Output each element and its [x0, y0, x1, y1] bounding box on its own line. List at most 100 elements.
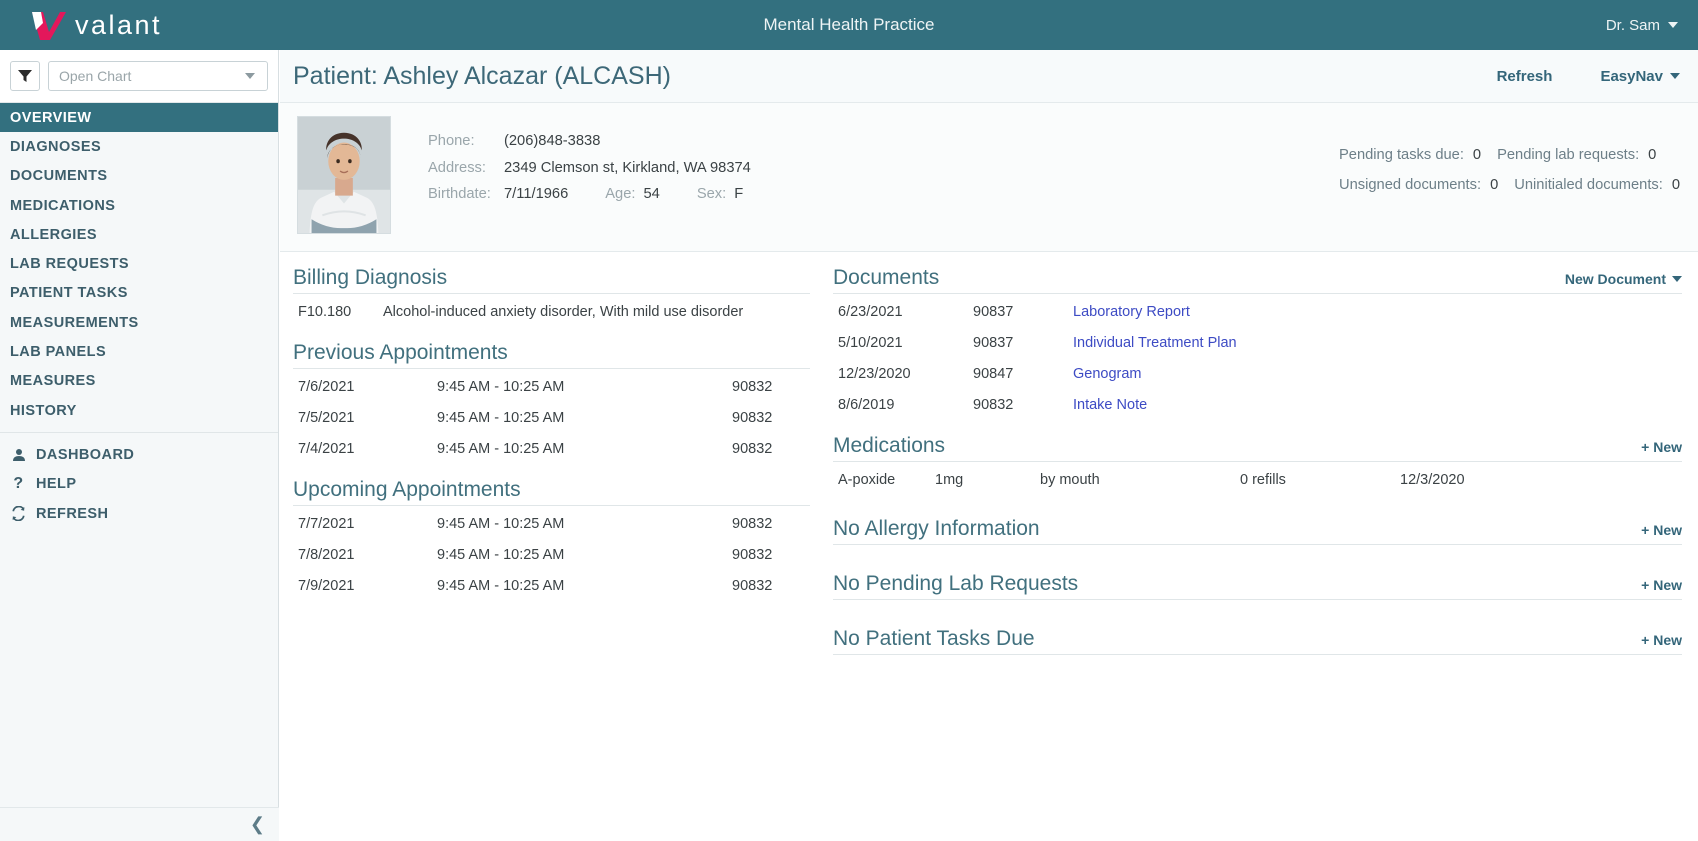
brand-logo[interactable]: valant [0, 0, 280, 50]
upcoming-appointments-header: Upcoming Appointments [293, 478, 810, 506]
refresh-button[interactable]: Refresh [1497, 68, 1553, 85]
new-patient-task-button[interactable]: + New [1641, 632, 1682, 651]
document-link[interactable]: Individual Treatment Plan [1073, 335, 1237, 351]
open-chart-select[interactable]: Open Chart [48, 61, 268, 91]
uninitialed-docs-value: 0 [1671, 177, 1680, 193]
table-row[interactable]: 12/23/2020 90847 Genogram [833, 358, 1682, 389]
table-row[interactable]: 8/6/2019 90832 Intake Note [833, 389, 1682, 420]
table-row[interactable]: 7/9/2021 9:45 AM - 10:25 AM 90832 [293, 570, 810, 601]
sidebar-item-medications[interactable]: MEDICATIONS [0, 191, 278, 220]
sidebar-collapse-button[interactable]: ❮ [0, 807, 279, 841]
header-actions: Refresh EasyNav [1497, 68, 1680, 85]
document-link[interactable]: Genogram [1073, 366, 1142, 382]
sidebar-item-label: HISTORY [10, 402, 77, 419]
sidebar-item-help[interactable]: ? HELP [0, 470, 278, 499]
sidebar: Open Chart OVERVIEW DIAGNOSES DOCUMENTS … [0, 50, 279, 841]
new-medication-button[interactable]: + New [1641, 439, 1682, 458]
address-row: Address: 2349 Clemson st, Kirkland, WA 9… [428, 160, 751, 176]
sidebar-item-label: DIAGNOSES [10, 138, 102, 155]
sidebar-item-documents[interactable]: DOCUMENTS [0, 162, 278, 191]
patient-demographics: Phone: (206)848-3838 Address: 2349 Clems… [280, 103, 1698, 252]
sidebar-item-history[interactable]: HISTORY [0, 396, 278, 425]
sidebar-item-allergies[interactable]: ALLERGIES [0, 220, 278, 249]
sidebar-item-measures[interactable]: MEASURES [0, 367, 278, 396]
sex-label: Sex: [696, 186, 727, 202]
appointment-time: 9:45 AM - 10:25 AM [437, 440, 565, 457]
sidebar-item-measurements[interactable]: MEASUREMENTS [0, 308, 278, 337]
appointment-date: 7/5/2021 [298, 409, 355, 426]
sidebar-item-lab-panels[interactable]: LAB PANELS [0, 337, 278, 366]
previous-appointments-header: Previous Appointments [293, 341, 810, 369]
chevron-down-icon [1672, 276, 1682, 282]
diagnosis-description: Alcohol-induced anxiety disorder, With m… [383, 303, 744, 320]
easynav-menu[interactable]: EasyNav [1600, 68, 1680, 85]
table-row[interactable]: 7/4/2021 9:45 AM - 10:25 AM 90832 [293, 433, 810, 464]
section-title: No Allergy Information [833, 517, 1040, 540]
pending-tasks-label: Pending tasks due: [1338, 147, 1464, 163]
table-row[interactable]: 7/8/2021 9:45 AM - 10:25 AM 90832 [293, 539, 810, 570]
user-menu[interactable]: Dr. Sam [1606, 0, 1678, 50]
document-link[interactable]: Intake Note [1073, 397, 1147, 413]
appointment-date: 7/9/2021 [298, 577, 355, 594]
phone-label: Phone: [428, 133, 475, 149]
easynav-label: EasyNav [1600, 67, 1663, 85]
medications-header: Medications + New [833, 434, 1682, 462]
document-date: 8/6/2019 [838, 396, 895, 413]
chart-picker: Open Chart [0, 50, 278, 103]
documents-header: Documents New Document [833, 266, 1682, 294]
pending-labs-counter: Pending lab requests: 0 [1497, 147, 1656, 163]
medication-route: by mouth [1040, 471, 1100, 488]
new-document-label: New Document [1564, 271, 1666, 287]
sidebar-item-diagnoses[interactable]: DIAGNOSES [0, 132, 278, 161]
table-row[interactable]: A-poxide 1mg by mouth 0 refills 12/3/202… [833, 464, 1682, 495]
filter-button[interactable] [10, 61, 40, 91]
document-date: 5/10/2021 [838, 334, 903, 351]
page-title: Patient: Ashley Alcazar (ALCASH) [293, 61, 671, 90]
new-lab-request-button[interactable]: + New [1641, 577, 1682, 596]
document-code: 90847 [973, 365, 1014, 382]
table-row[interactable]: F10.180 Alcohol-induced anxiety disorder… [293, 296, 810, 327]
appointment-date: 7/4/2021 [298, 440, 355, 457]
table-row[interactable]: 5/10/2021 90837 Individual Treatment Pla… [833, 327, 1682, 358]
sidebar-item-lab-requests[interactable]: LAB REQUESTS [0, 249, 278, 278]
section-title: No Pending Lab Requests [833, 572, 1079, 595]
patient-counters: Pending tasks due: 0 Pending lab request… [1339, 147, 1680, 207]
section-title: Billing Diagnosis [293, 266, 448, 289]
document-link[interactable]: Laboratory Report [1073, 304, 1190, 320]
document-date: 6/23/2021 [838, 303, 903, 320]
sidebar-item-label: PATIENT TASKS [10, 285, 128, 302]
appointment-date: 7/6/2021 [298, 378, 355, 395]
appointment-code: 90832 [732, 515, 773, 532]
sidebar-item-label: ALLERGIES [10, 226, 98, 243]
billing-diagnosis-header: Billing Diagnosis [293, 266, 810, 294]
table-row[interactable]: 7/6/2021 9:45 AM - 10:25 AM 90832 [293, 371, 810, 402]
table-row[interactable]: 6/23/2021 90837 Laboratory Report [833, 296, 1682, 327]
uninitialed-docs-label: Uninitialed documents: [1514, 177, 1663, 193]
counter-row-documents: Unsigned documents: 0 Uninitialed docume… [1339, 177, 1680, 193]
chevron-down-icon [1670, 73, 1680, 79]
sidebar-item-label: MEASUREMENTS [10, 314, 139, 331]
appointment-time: 9:45 AM - 10:25 AM [437, 378, 565, 395]
sidebar-item-dashboard[interactable]: DASHBOARD [0, 440, 278, 469]
table-row[interactable]: 7/5/2021 9:45 AM - 10:25 AM 90832 [293, 402, 810, 433]
appointment-code: 90832 [732, 378, 773, 395]
sidebar-item-refresh[interactable]: REFRESH [0, 499, 278, 528]
address-label: Address: [428, 159, 486, 176]
age-label: Age: [605, 186, 636, 202]
sidebar-item-overview[interactable]: OVERVIEW [0, 103, 278, 133]
appointment-time: 9:45 AM - 10:25 AM [437, 546, 565, 563]
document-code: 90832 [973, 396, 1014, 413]
user-person-icon [10, 448, 27, 462]
chevron-left-icon: ❮ [249, 814, 265, 834]
right-column: Documents New Document 6/23/2021 90837 L… [833, 266, 1682, 657]
address-value: 2349 Clemson st, Kirkland, WA 98374 [504, 159, 751, 176]
table-row[interactable]: 7/7/2021 9:45 AM - 10:25 AM 90832 [293, 508, 810, 539]
sidebar-item-patient-tasks[interactable]: PATIENT TASKS [0, 279, 278, 308]
appointment-code: 90832 [732, 546, 773, 563]
unsigned-docs-label: Unsigned documents: [1338, 177, 1482, 193]
chevron-down-icon [1668, 22, 1678, 28]
new-document-button[interactable]: New Document [1565, 271, 1682, 290]
overview-content: Billing Diagnosis F10.180 Alcohol-induce… [280, 252, 1698, 657]
refresh-circular-arrows-icon [10, 506, 27, 521]
new-allergy-button[interactable]: + New [1641, 522, 1682, 541]
